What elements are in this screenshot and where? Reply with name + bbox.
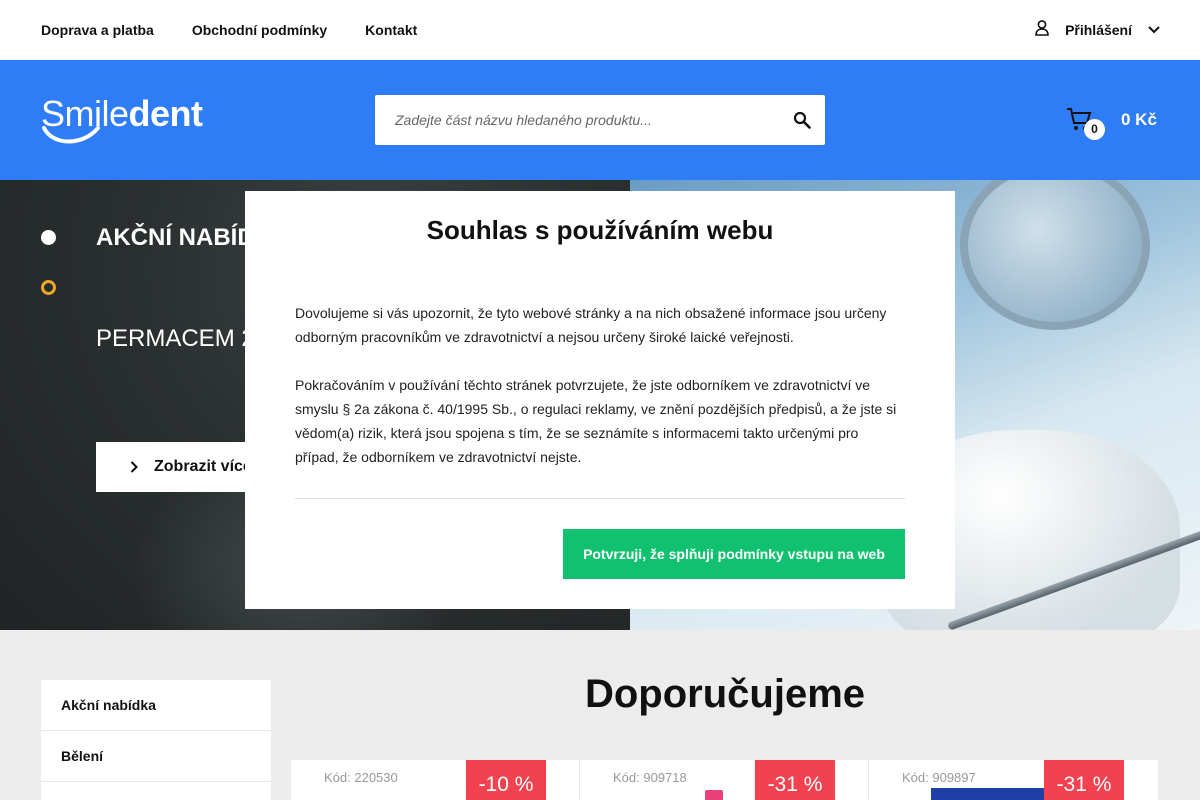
nav-link-terms[interactable]: Obchodní podmínky [192, 22, 327, 38]
modal-divider [295, 498, 905, 499]
nav-link-contact[interactable]: Kontakt [365, 22, 417, 38]
nav-link-shipping[interactable]: Doprava a platba [41, 22, 154, 38]
search-input[interactable] [395, 112, 775, 128]
modal-paragraph: Dovolujeme si vás upozornit, že tyto web… [295, 305, 887, 345]
recommended-title: Doporučujeme [584, 672, 866, 716]
sidebar-item-whitening[interactable]: Bělení [41, 731, 271, 782]
top-bar: Doprava a platba Obchodní podmínky Konta… [0, 0, 1200, 60]
product-code: Kód: 909718 [613, 770, 687, 785]
login-menu[interactable]: Přihlášení [1035, 0, 1160, 60]
search-icon[interactable] [793, 111, 811, 129]
product-image [705, 790, 723, 800]
search-bar [375, 95, 825, 145]
product-card[interactable]: Kód: 909718 -31 % [580, 760, 869, 800]
confirm-consent-button[interactable]: Potvrzuji, že splňuji podmínky vstupu na… [563, 529, 905, 579]
logo-text-dent: dent [128, 93, 204, 134]
product-image [931, 788, 1051, 800]
hero-button-label: Zobrazit více [154, 458, 252, 475]
top-nav: Doprava a platba Obchodní podmínky Konta… [41, 0, 455, 60]
chevron-down-icon [1148, 26, 1160, 34]
chevron-right-icon [130, 461, 138, 473]
discount-badge: -31 % [1044, 760, 1124, 800]
product-code: Kód: 220530 [324, 770, 398, 785]
login-label: Přihlášení [1065, 22, 1132, 38]
product-list: Kód: 220530 -10 % Kód: 909718 -31 % Kód:… [291, 760, 1159, 800]
slider-dot[interactable] [41, 280, 56, 295]
modal-paragraph: Pokračováním v používání těchto stránek … [295, 377, 897, 465]
logo[interactable]: Smiledent [41, 93, 204, 144]
discount-badge: -10 % [466, 760, 546, 800]
cart-total[interactable]: 0 Kč [1121, 110, 1157, 130]
product-card[interactable]: Kód: 220530 -10 % [291, 760, 580, 800]
smile-logo-icon [42, 126, 100, 144]
slider-dot-active[interactable] [41, 230, 56, 245]
product-card[interactable]: Kód: 909897 -31 % [869, 760, 1158, 800]
dental-mirror-graphic [960, 180, 1150, 330]
modal-title: Souhlas s používáním webu [426, 215, 774, 245]
consent-modal: Souhlas s používáním webu Dovolujeme si … [245, 191, 955, 609]
header: Smiledent [0, 60, 1200, 180]
user-icon [1035, 20, 1049, 36]
sidebar-item[interactable] [41, 782, 271, 800]
modal-body: Dovolujeme si vás upozornit, že tyto web… [295, 301, 905, 469]
product-code: Kód: 909897 [902, 770, 976, 785]
discount-badge: -31 % [755, 760, 835, 800]
cart-count-badge: 0 [1084, 119, 1105, 140]
category-sidebar: Akční nabídka Bělení [41, 680, 271, 800]
sidebar-item-special-offers[interactable]: Akční nabídka [41, 680, 271, 731]
